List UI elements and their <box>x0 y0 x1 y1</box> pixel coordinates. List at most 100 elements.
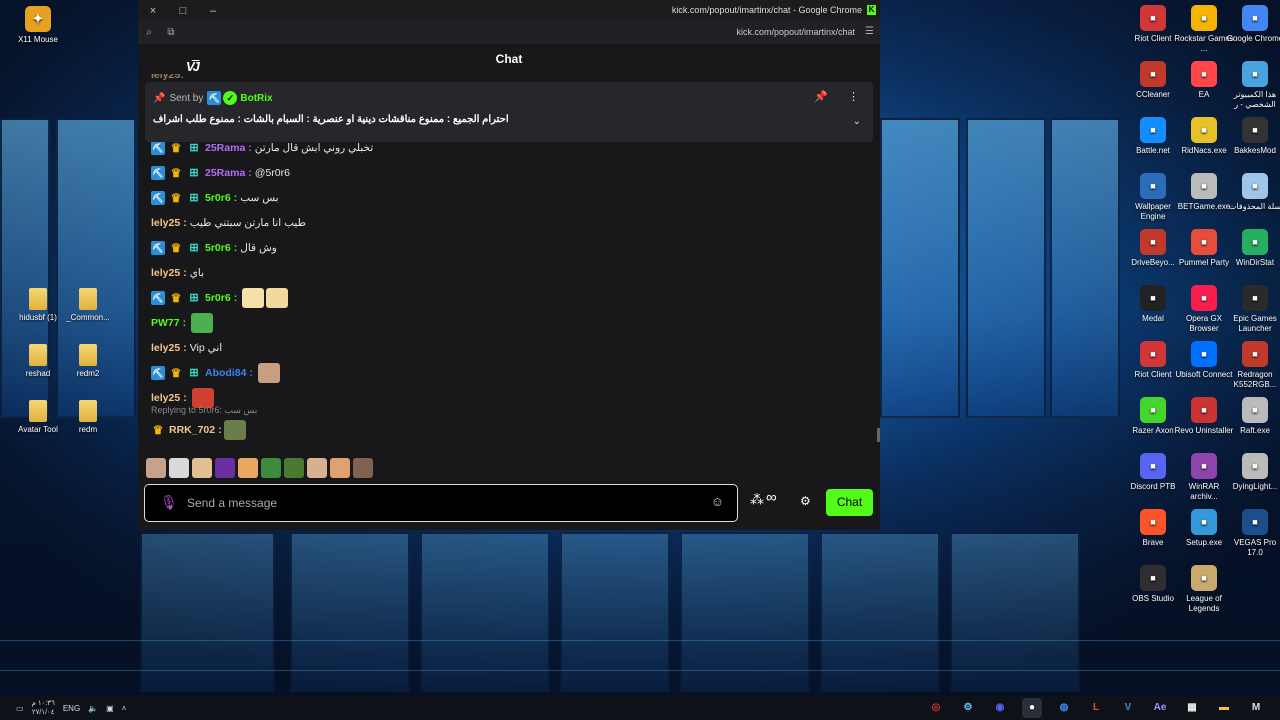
obs-taskbar-icon[interactable]: ● <box>1022 698 1042 718</box>
emote-image[interactable] <box>223 420 246 440</box>
desktop-icon[interactable]: ■ هذا الكمبيوتر الشخصي - ر <box>1225 61 1280 110</box>
x11-mouse-icon: ✦ <box>25 6 51 32</box>
chevron-up-icon[interactable]: ˄ <box>122 704 127 713</box>
language-indicator[interactable]: ENG <box>63 704 80 713</box>
chevron-down-icon[interactable]: ⌄ <box>853 116 861 127</box>
minimize-icon[interactable]: – <box>198 5 228 17</box>
medal-taskbar-icon[interactable]: M <box>1246 698 1266 718</box>
this-pc-icon: ■ <box>1242 61 1268 87</box>
emote-image[interactable] <box>266 288 289 308</box>
quick-emote[interactable] <box>284 458 304 478</box>
message-username[interactable]: 5r0r6 <box>205 292 231 304</box>
quick-emote[interactable] <box>261 458 281 478</box>
send-chat-button[interactable]: Chat <box>826 489 873 516</box>
network-icon[interactable]: ▣ <box>106 704 114 713</box>
desktop-icon[interactable]: ■ Epic Games Launcher <box>1225 285 1280 334</box>
crown-badge-icon: ♛ <box>170 366 182 380</box>
microphone-icon[interactable]: 🎙 <box>160 494 178 511</box>
close-icon[interactable]: × <box>138 5 168 17</box>
wallpaper-panel <box>420 532 550 692</box>
riot-taskbar-icon[interactable]: ◎ <box>926 698 946 718</box>
desktop-icon[interactable]: ■ Google Chrome <box>1225 5 1280 44</box>
maximize-icon[interactable]: □ <box>168 5 198 17</box>
quick-emote[interactable] <box>169 458 189 478</box>
emote-image[interactable] <box>257 363 280 383</box>
message-username[interactable]: lely25 <box>151 267 180 279</box>
message-username[interactable]: lely25 <box>151 392 180 404</box>
emoji-picker-icon[interactable]: ☺ <box>711 494 724 509</box>
desktop-icon-x11-mouse[interactable]: ✦ X11 Mouse <box>8 6 68 45</box>
gear-icon[interactable]: ⚙ <box>800 494 811 508</box>
quick-emote[interactable] <box>192 458 212 478</box>
wallpaper-panel <box>560 532 670 692</box>
quick-emote[interactable] <box>330 458 350 478</box>
chat-message: lely25: طيب انا مارتن سبتني طيب <box>151 213 306 233</box>
verified-icon: ✓ <box>223 91 238 105</box>
desktop-icon-folder[interactable]: redm2 <box>58 344 118 379</box>
pinned-text: احترام الجميع : ممنوع مناقشات دينية او ع… <box>153 114 509 125</box>
notification-icon[interactable]: ▭ <box>16 704 24 713</box>
quick-emote[interactable] <box>238 458 258 478</box>
desktop-icon[interactable]: ■ Raft.exe <box>1225 397 1280 436</box>
desktop-icon-folder[interactable]: redm <box>58 400 118 435</box>
desktop-icon[interactable]: ■ VEGAS Pro 17.0 <box>1225 509 1280 558</box>
vegas-taskbar-icon[interactable]: V <box>1118 698 1138 718</box>
steam-icon[interactable]: ⚙ <box>958 698 978 718</box>
wallpaper-panel <box>140 532 275 692</box>
chat-message: ⛏ ♛ ⊞ 25Rama: @5r0r6 <box>151 163 290 183</box>
message-username[interactable]: 25Rama <box>205 142 245 154</box>
tune-icon[interactable]: ☰ <box>865 26 874 37</box>
message-username[interactable]: lely25 <box>151 342 180 354</box>
wallpaper-panel <box>820 532 940 692</box>
desktop-icon[interactable]: ■ Redragon K552RGB... <box>1225 341 1280 390</box>
reply-indicator[interactable]: Replying to 5r0r6: بس سب <box>151 405 257 416</box>
message-username[interactable]: Abodi84 <box>205 367 246 379</box>
store-icon[interactable]: ▦ <box>1182 698 1202 718</box>
bot-name[interactable]: BotRix <box>240 93 272 104</box>
bot-badge-icon: ⛏ <box>207 91 222 105</box>
users-icon[interactable]: ⁂ <box>750 491 764 508</box>
message-input[interactable] <box>187 494 667 512</box>
chat-message: ⛏ ♛ ⊞ 5r0r6: <box>151 288 289 308</box>
desktop-icon[interactable]: ■ League of Legends <box>1174 565 1234 614</box>
url-text[interactable]: kick.com/popout/imartinx/chat <box>736 27 855 37</box>
desktop-icon[interactable]: ■ سلة المحذوفات <box>1225 173 1280 212</box>
quick-emote[interactable] <box>215 458 235 478</box>
message-username[interactable]: PW77 <box>151 317 180 329</box>
desktop-icon[interactable]: ■ BakkesMod <box>1225 117 1280 156</box>
username-colon: : <box>248 142 252 154</box>
message-username[interactable]: RRK_702 <box>169 424 215 436</box>
chrome-taskbar-icon[interactable]: ◍ <box>1054 698 1074 718</box>
after-effects-icon[interactable]: Ae <box>1150 698 1170 718</box>
infinity-icon[interactable]: ∞ <box>766 489 777 506</box>
unpin-icon[interactable]: 📌 <box>814 90 828 103</box>
crown-badge-icon: ♛ <box>170 241 182 255</box>
volume-icon[interactable]: 🔈 <box>88 704 98 713</box>
taskbar-apps: ◎ ⚙ ◉ ● ◍ L V Ae ▦ ▬ M <box>926 698 1266 718</box>
desktop-icon-folder[interactable]: _Common... <box>58 288 118 323</box>
message-username[interactable]: lely25: <box>151 74 184 81</box>
quick-emote[interactable] <box>353 458 373 478</box>
desktop-icon[interactable]: ■ WinDirStat <box>1225 229 1280 268</box>
desktop-icon[interactable]: ■ DyingLight... <box>1225 453 1280 492</box>
message-username[interactable]: lely25 <box>151 217 180 229</box>
more-options-icon[interactable]: ⋮ <box>848 90 859 103</box>
quick-emote[interactable] <box>307 458 327 478</box>
username-colon: : <box>248 167 252 179</box>
chat-message: ⛏ ♛ ⊞ 5r0r6: وش قال <box>151 238 277 258</box>
quick-emote[interactable] <box>146 458 166 478</box>
emote-image[interactable] <box>191 313 214 333</box>
folder-icon <box>79 344 97 366</box>
message-username[interactable]: 25Rama <box>205 167 245 179</box>
message-username[interactable]: 5r0r6 <box>205 242 231 254</box>
site-info-icon[interactable]: ⧉ <box>160 27 182 38</box>
discord-taskbar-icon[interactable]: ◉ <box>990 698 1010 718</box>
floor-grid-line <box>0 640 1280 641</box>
clock[interactable]: ١٠:٣٦ م ٢٧/١/٠٤ <box>32 699 55 717</box>
zoom-icon[interactable]: ⌕ <box>138 27 160 38</box>
emote-image[interactable] <box>242 288 265 308</box>
scrollbar[interactable] <box>877 428 880 442</box>
file-explorer-icon[interactable]: ▬ <box>1214 698 1234 718</box>
app-l-icon[interactable]: L <box>1086 698 1106 718</box>
message-username[interactable]: 5r0r6 <box>205 192 231 204</box>
